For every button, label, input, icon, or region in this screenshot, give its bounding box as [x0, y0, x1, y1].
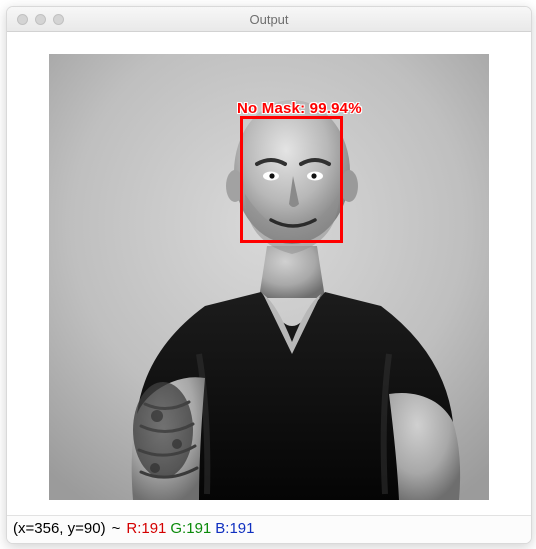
coord-readout: (x=356, y=90): [13, 520, 106, 537]
pixel-r: R:191: [126, 520, 166, 537]
detection-class: No Mask:: [237, 100, 305, 117]
image-canvas: No Mask: 99.94%: [7, 32, 531, 515]
status-bar: (x=356, y=90) ~ R:191 G:191 B:191: [7, 515, 531, 543]
window-content: No Mask: 99.94% (x=356, y=90) ~ R:191: [7, 32, 531, 543]
detection-label: No Mask: 99.94%: [237, 100, 362, 117]
separator-tilde: ~: [112, 520, 121, 537]
window-title: Output: [7, 12, 531, 27]
output-window: Output: [6, 6, 532, 544]
pixel-b: B:191: [215, 520, 254, 537]
zoom-icon[interactable]: [53, 14, 64, 25]
face-bounding-box: No Mask: 99.94%: [240, 116, 343, 243]
pixel-g: G:191: [170, 520, 211, 537]
photo-container: No Mask: 99.94%: [49, 54, 489, 500]
minimize-icon[interactable]: [35, 14, 46, 25]
detection-confidence: 99.94%: [310, 100, 362, 117]
close-icon[interactable]: [17, 14, 28, 25]
window-titlebar[interactable]: Output: [7, 7, 531, 32]
window-controls: [17, 14, 64, 25]
